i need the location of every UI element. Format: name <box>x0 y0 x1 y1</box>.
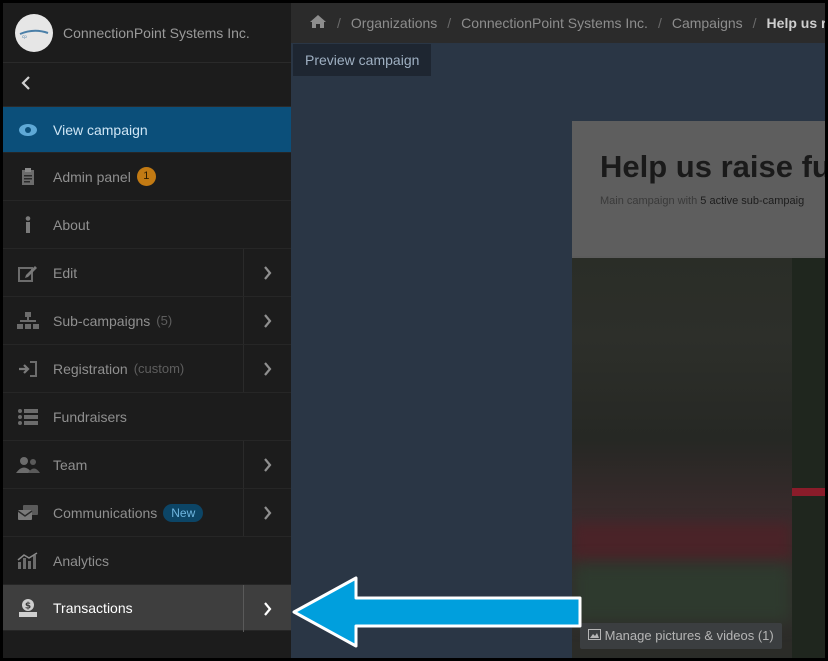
chevron-right-icon[interactable] <box>243 489 291 536</box>
campaign-subtitle: Main campaign with 5 active sub-campaig <box>600 195 825 207</box>
home-icon[interactable] <box>309 14 327 32</box>
sidebar-item-team[interactable]: Team <box>3 441 291 489</box>
chevron-left-icon <box>21 74 31 95</box>
notification-badge: 1 <box>136 167 156 186</box>
sidebar-item-communications[interactable]: Communications New <box>3 489 291 537</box>
breadcrumb-organization[interactable]: ConnectionPoint Systems Inc. <box>461 15 648 31</box>
sub-campaigns-link[interactable]: 5 active sub-campaig <box>700 195 804 207</box>
chart-icon <box>3 551 53 570</box>
chevron-right-icon[interactable] <box>243 297 291 344</box>
preview-campaign-tab[interactable]: Preview campaign <box>293 44 432 76</box>
sidebar-item-registration[interactable]: Registration (custom) <box>3 345 291 393</box>
new-badge: New <box>163 503 204 522</box>
sidebar: cp ConnectionPoint Systems Inc. View cam… <box>3 3 291 658</box>
breadcrumb-separator: / <box>657 15 662 31</box>
campaign-header: Help us raise fu Main campaign with 5 ac… <box>572 121 825 256</box>
collapse-sidebar-button[interactable] <box>3 63 291 107</box>
chevron-right-icon[interactable] <box>243 441 291 488</box>
hierarchy-icon <box>3 311 53 330</box>
manage-media-label: Manage pictures & videos (1) <box>604 628 774 643</box>
sub-campaign-count: (5) <box>156 313 173 328</box>
sidebar-item-sub-campaigns[interactable]: Sub-campaigns (5) <box>3 297 291 345</box>
sign-in-icon <box>3 360 53 377</box>
image-icon <box>588 628 601 643</box>
org-name: ConnectionPoint Systems Inc. <box>63 24 250 41</box>
eye-icon <box>3 123 53 137</box>
sidebar-item-label: Registration <box>53 360 128 377</box>
sidebar-item-view-campaign[interactable]: View campaign <box>3 107 291 153</box>
sidebar-item-label: Fundraisers <box>53 408 127 425</box>
org-logo: cp <box>15 13 53 52</box>
campaign-card: Help us raise fu Main campaign with 5 ac… <box>572 121 825 658</box>
users-icon <box>3 456 53 473</box>
campaign-photo: Manage pictures & videos (1) <box>572 258 825 658</box>
sidebar-item-analytics[interactable]: Analytics <box>3 537 291 585</box>
svg-text:cp: cp <box>22 34 27 39</box>
list-icon <box>3 408 53 426</box>
breadcrumb-separator: / <box>447 15 452 31</box>
sidebar-item-about[interactable]: About <box>3 201 291 249</box>
org-header[interactable]: cp ConnectionPoint Systems Inc. <box>3 3 291 63</box>
sidebar-item-label: Analytics <box>53 552 110 569</box>
sidebar-item-label: Edit <box>53 264 78 281</box>
info-icon <box>3 215 53 234</box>
sidebar-item-transactions[interactable]: $ Transactions <box>3 585 291 632</box>
registration-type: (custom) <box>133 361 185 376</box>
sidebar-item-admin-panel[interactable]: Admin panel 1 <box>3 153 291 201</box>
breadcrumb-campaigns[interactable]: Campaigns <box>672 15 743 31</box>
sidebar-item-label: About <box>53 216 90 233</box>
sidebar-item-fundraisers[interactable]: Fundraisers <box>3 393 291 441</box>
photo-blur-stripe <box>572 563 792 623</box>
sidebar-item-label: Communications <box>53 504 158 521</box>
sidebar-item-label: Team <box>53 456 88 473</box>
sidebar-item-label: Transactions <box>53 599 133 616</box>
campaign-title: Help us raise fu <box>600 149 825 184</box>
messages-icon <box>3 504 53 522</box>
photo-blur-red <box>572 523 792 563</box>
breadcrumb-separator: / <box>337 15 341 31</box>
manage-media-button[interactable]: Manage pictures & videos (1) <box>580 623 782 649</box>
sidebar-item-edit[interactable]: Edit <box>3 249 291 297</box>
edit-icon <box>3 264 53 282</box>
chevron-right-icon[interactable] <box>243 585 291 632</box>
sidebar-item-label: View campaign <box>53 121 148 138</box>
breadcrumb-current: Help us raise <box>766 15 825 31</box>
breadcrumb: / Organizations / ConnectionPoint System… <box>291 3 825 43</box>
app-frame: cp ConnectionPoint Systems Inc. View cam… <box>3 3 825 658</box>
pointer-arrow-icon <box>292 576 582 648</box>
photo-red-line <box>792 488 825 496</box>
sidebar-item-label: Sub-campaigns <box>53 312 151 329</box>
main-content: / Organizations / ConnectionPoint System… <box>291 3 825 658</box>
clipboard-icon <box>3 167 53 186</box>
chevron-right-icon[interactable] <box>243 345 291 392</box>
sidebar-item-label: Admin panel <box>53 168 131 185</box>
subtitle-prefix: Main campaign with <box>600 195 698 207</box>
svg-text:$: $ <box>25 601 31 611</box>
money-icon: $ <box>3 598 53 618</box>
chevron-right-icon[interactable] <box>243 249 291 296</box>
photo-side <box>792 258 825 658</box>
breadcrumb-separator: / <box>752 15 757 31</box>
breadcrumb-organizations[interactable]: Organizations <box>351 15 437 31</box>
